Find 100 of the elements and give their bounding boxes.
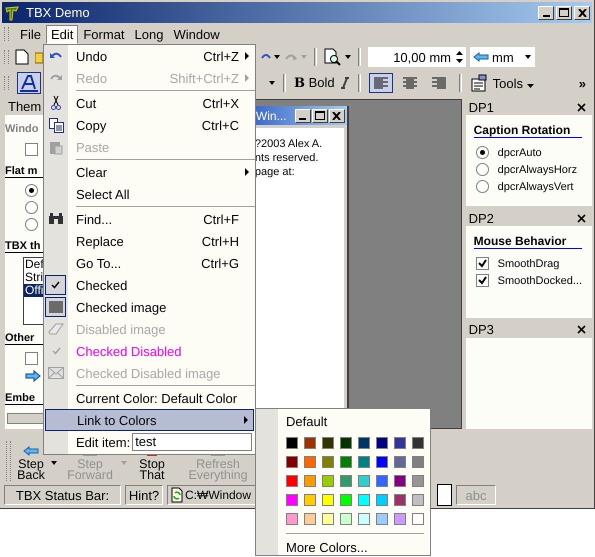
- color-swatch[interactable]: [412, 437, 424, 450]
- close-icon[interactable]: [577, 325, 586, 334]
- menu-item[interactable]: Copy Ctrl+C: [44, 114, 255, 136]
- dropdown-arrow-icon[interactable]: [51, 461, 57, 465]
- maximize-button[interactable]: [556, 6, 572, 20]
- grip-handle[interactable]: [4, 50, 9, 64]
- status-field[interactable]: [437, 484, 452, 506]
- italic-icon[interactable]: [340, 77, 350, 89]
- close-button[interactable]: [574, 6, 590, 20]
- color-swatch[interactable]: [376, 513, 388, 526]
- color-swatch[interactable]: [304, 494, 316, 506]
- color-swatch[interactable]: [286, 475, 298, 488]
- menu-item[interactable]: Undo Ctrl+Z: [44, 45, 255, 67]
- color-swatch[interactable]: [376, 456, 388, 468]
- dropdown-arrow-icon[interactable]: [274, 55, 280, 59]
- color-swatch[interactable]: [322, 494, 334, 506]
- minimize-button[interactable]: [294, 108, 311, 122]
- color-swatch[interactable]: [322, 475, 334, 488]
- color-swatch[interactable]: [376, 494, 388, 506]
- grip-handle[interactable]: [4, 76, 9, 90]
- color-swatch[interactable]: [412, 456, 424, 468]
- spin-arrows-icon[interactable]: [455, 49, 464, 65]
- color-swatch[interactable]: [322, 437, 334, 450]
- print-preview-icon[interactable]: [324, 48, 342, 66]
- color-swatch[interactable]: [304, 513, 316, 526]
- font-style-icon[interactable]: [17, 72, 41, 94]
- size-spin-field[interactable]: 10,00 mm: [368, 47, 466, 67]
- color-swatch[interactable]: [304, 475, 316, 488]
- menu-item[interactable]: Replace Ctrl+H: [44, 230, 255, 252]
- menu-item[interactable]: Select All: [44, 183, 255, 205]
- grip-handle[interactable]: [4, 27, 9, 41]
- radio-button[interactable]: [25, 184, 38, 197]
- color-swatch[interactable]: [376, 475, 388, 488]
- color-swatch[interactable]: [358, 456, 370, 468]
- color-swatch[interactable]: [340, 437, 352, 450]
- close-icon[interactable]: [577, 102, 586, 112]
- color-swatch[interactable]: [340, 494, 352, 506]
- color-swatch[interactable]: [358, 513, 370, 526]
- color-swatch[interactable]: [394, 437, 406, 450]
- color-swatch[interactable]: [322, 456, 334, 468]
- menu-item[interactable]: More Colors...: [286, 540, 424, 555]
- color-swatch[interactable]: [286, 494, 298, 506]
- menu-item[interactable]: Window: [168, 24, 225, 44]
- color-swatch[interactable]: [340, 475, 352, 488]
- color-swatch[interactable]: [358, 494, 370, 506]
- color-swatch[interactable]: [394, 456, 406, 468]
- color-swatch[interactable]: [286, 513, 298, 526]
- menu-item[interactable]: Default: [286, 414, 424, 434]
- color-swatch[interactable]: [340, 513, 352, 526]
- color-swatch[interactable]: [286, 456, 298, 468]
- menu-item[interactable]: Checked image: [44, 296, 255, 318]
- menu-item[interactable]: File: [15, 24, 46, 44]
- menu-item[interactable]: Find... Ctrl+F: [44, 208, 255, 230]
- close-button[interactable]: [328, 108, 345, 122]
- menu-item[interactable]: Long: [130, 24, 168, 44]
- menu-item[interactable]: Checked: [44, 274, 255, 296]
- color-swatch[interactable]: [286, 437, 298, 450]
- checkbox[interactable]: [25, 142, 38, 156]
- radio-button[interactable]: [476, 146, 489, 159]
- color-swatch[interactable]: [322, 513, 334, 526]
- radio-button[interactable]: [25, 218, 38, 231]
- grip-handle[interactable]: [6, 441, 11, 481]
- radio-button[interactable]: [476, 180, 489, 193]
- checkbox[interactable]: [25, 352, 38, 364]
- input-field[interactable]: test: [132, 433, 252, 451]
- menu-item[interactable]: Edit: [46, 24, 78, 44]
- menu-item[interactable]: Current Color: Default Color: [44, 387, 255, 409]
- menu-item[interactable]: Clear: [44, 161, 255, 183]
- dropdown-arrow-icon[interactable]: [345, 55, 351, 59]
- checkbox[interactable]: [476, 274, 489, 288]
- color-swatch[interactable]: [358, 437, 370, 450]
- radio-button[interactable]: [25, 201, 38, 214]
- menu-item[interactable]: Link to Colors: [45, 409, 254, 431]
- color-swatch[interactable]: [340, 456, 352, 468]
- tools-menu-button[interactable]: Tools: [492, 76, 534, 90]
- minimize-button[interactable]: [538, 6, 554, 20]
- new-document-icon[interactable]: [15, 49, 29, 65]
- radio-button[interactable]: [476, 163, 489, 176]
- color-swatch[interactable]: [394, 513, 406, 526]
- unit-dropdown[interactable]: mm: [470, 47, 535, 67]
- bold-button[interactable]: B Bold: [294, 75, 335, 91]
- align-left-button[interactable]: [368, 73, 393, 93]
- close-icon[interactable]: [577, 214, 586, 223]
- form-icon[interactable]: [470, 74, 488, 92]
- checkbox[interactable]: [476, 257, 489, 270]
- color-swatch[interactable]: [304, 456, 316, 468]
- color-swatch[interactable]: [394, 475, 406, 488]
- color-swatch[interactable]: [412, 494, 424, 506]
- color-swatch[interactable]: [376, 437, 388, 450]
- color-swatch[interactable]: [412, 513, 424, 526]
- color-swatch[interactable]: [412, 475, 424, 488]
- toolbar-button[interactable]: Step Back: [11, 446, 51, 481]
- maximize-button[interactable]: [312, 108, 328, 122]
- color-swatch[interactable]: [358, 475, 370, 488]
- color-swatch[interactable]: [394, 494, 406, 506]
- menu-item[interactable]: Cut Ctrl+X: [44, 92, 255, 114]
- menu-item[interactable]: Format: [78, 24, 130, 44]
- toolbar-overflow-button[interactable]: »: [578, 76, 586, 90]
- menu-item[interactable]: Go To... Ctrl+G: [44, 252, 255, 274]
- dropdown-arrow-icon[interactable]: [269, 81, 275, 85]
